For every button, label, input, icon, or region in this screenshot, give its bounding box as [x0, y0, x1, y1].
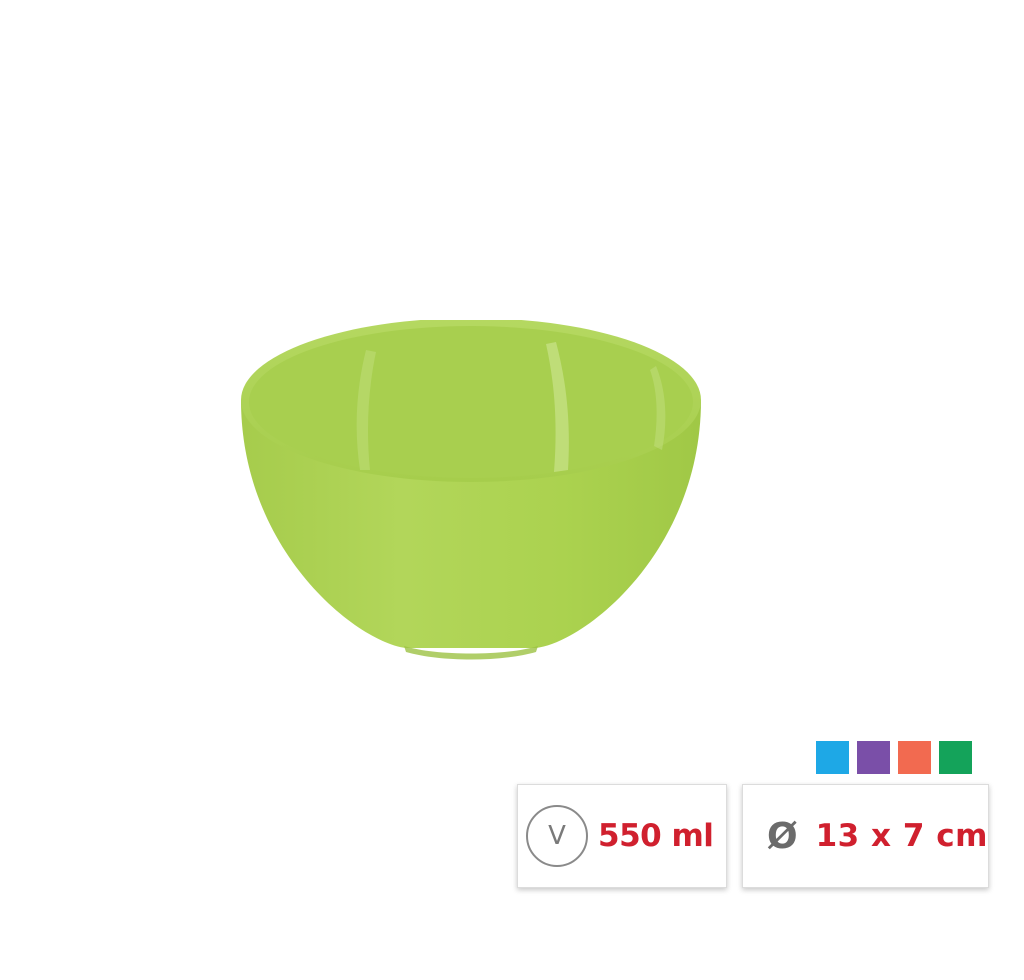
color-swatch-orange[interactable]	[898, 741, 931, 774]
volume-card: V 550 ml	[517, 784, 727, 888]
volume-value: 550 ml	[598, 818, 714, 854]
dimensions-card: Ø 13 x 7 cm	[742, 784, 989, 888]
dimensions-value: 13 x 7 cm	[815, 818, 988, 854]
diameter-icon: Ø	[767, 815, 798, 857]
color-swatch-green[interactable]	[939, 741, 972, 774]
color-swatch-blue[interactable]	[816, 741, 849, 774]
product-image-bowl	[236, 318, 706, 660]
color-options	[816, 741, 972, 774]
bowl-illustration	[241, 318, 701, 660]
color-swatch-purple[interactable]	[857, 741, 890, 774]
volume-icon: V	[526, 805, 588, 867]
